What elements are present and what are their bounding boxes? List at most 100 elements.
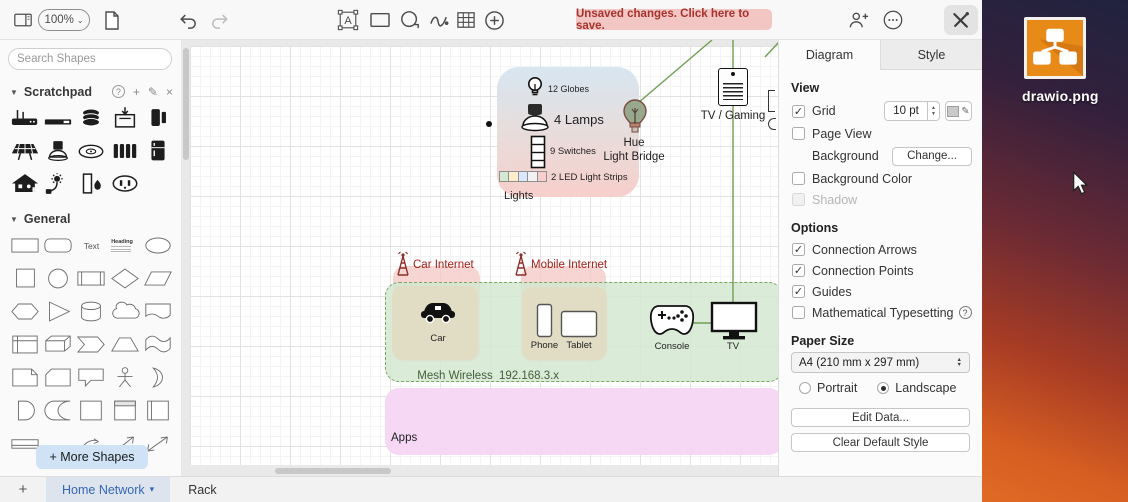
shape-actor[interactable] [108, 363, 141, 392]
shape-and[interactable] [8, 396, 41, 425]
hue-bridge-icon[interactable] [621, 98, 649, 136]
led-strip-icon[interactable] [499, 171, 547, 182]
shape-data-storage[interactable] [41, 396, 74, 425]
tv-icon[interactable] [710, 301, 758, 341]
shape-circle[interactable] [41, 264, 74, 293]
scratch-shape-network-switch[interactable] [41, 103, 74, 132]
mobile-internet-label[interactable]: Mobile Internet [531, 259, 631, 271]
horizontal-scrollbar[interactable] [275, 468, 391, 474]
tab-diagram[interactable]: Diagram [779, 40, 881, 70]
redo-icon[interactable] [208, 9, 232, 31]
tv-gaming-device[interactable] [718, 68, 748, 106]
apps-label[interactable]: Apps [391, 432, 431, 444]
shape-rectangle[interactable] [8, 231, 41, 260]
vertical-scrollbar[interactable] [183, 48, 189, 160]
grid-checkbox[interactable]: ✓ [792, 104, 805, 118]
search-shapes-box[interactable] [8, 48, 172, 70]
close-scratchpad-icon[interactable]: × [166, 85, 173, 99]
sketch-theme-button[interactable] [944, 5, 978, 35]
insert-shape-icon[interactable] [482, 9, 506, 31]
rectangle-tool-icon[interactable] [368, 9, 392, 31]
ellipse-tool-icon[interactable] [398, 9, 422, 31]
grid-size-input[interactable] [884, 101, 928, 121]
shape-container[interactable] [75, 396, 108, 425]
drawing-canvas[interactable]: 12 Globes 4 Lamps 9 Switches 2 LED Light… [182, 40, 778, 476]
help-icon[interactable]: ? [111, 85, 125, 98]
shape-tape[interactable] [142, 330, 175, 359]
page-tab-rack[interactable]: Rack [170, 477, 234, 502]
background-color-checkbox[interactable] [792, 172, 805, 185]
phone-label[interactable]: Phone [526, 340, 563, 351]
shape-ellipse[interactable] [142, 231, 175, 260]
tablet-icon[interactable] [560, 310, 598, 338]
mesh-subnet-label[interactable]: 192.168.3.x [494, 370, 564, 382]
scratch-shape-disk-stack[interactable] [75, 103, 108, 132]
tv-gaming-label[interactable]: TV / Gaming [688, 110, 778, 122]
tab-style[interactable]: Style [881, 40, 982, 70]
shape-parallelogram[interactable] [142, 264, 175, 293]
car-internet-antenna-icon[interactable] [394, 251, 412, 276]
more-shapes-button[interactable]: + More Shapes [36, 445, 148, 469]
lamp-icon[interactable] [518, 102, 552, 132]
search-input[interactable] [17, 53, 171, 65]
scratch-shape-shredder[interactable] [108, 103, 141, 132]
shape-square[interactable] [8, 264, 41, 293]
scratch-shape-power-outlet[interactable] [108, 169, 141, 198]
collapse-triangle-icon[interactable]: ▼ [10, 88, 18, 97]
grid-color-button[interactable]: ✎ [945, 101, 972, 121]
paper-size-select[interactable]: A4 (210 mm x 297 mm) ▲ ▼ [791, 352, 970, 373]
add-page-icon[interactable]: + [0, 477, 46, 502]
shape-note[interactable] [8, 363, 41, 392]
shape-cloud[interactable] [108, 297, 141, 326]
zoom-dropdown[interactable]: 100% ⌄ [38, 9, 90, 31]
scratch-shape-radiator[interactable] [108, 136, 141, 165]
connection-points-checkbox[interactable]: ✓ [792, 264, 805, 277]
collapse-triangle-icon[interactable]: ▼ [10, 215, 18, 224]
undo-icon[interactable] [176, 9, 200, 31]
phone-icon[interactable] [536, 303, 553, 338]
more-actions-icon[interactable] [880, 9, 906, 31]
landscape-radio[interactable] [877, 382, 890, 394]
led-label[interactable]: 2 LED Light Strips [551, 172, 661, 183]
scratch-shape-plant-sensor[interactable] [41, 169, 74, 198]
shape-process[interactable] [75, 264, 108, 293]
lights-group-label[interactable]: Lights [504, 190, 564, 202]
shape-cube[interactable] [41, 330, 74, 359]
lamps-label[interactable]: 4 Lamps [554, 112, 624, 127]
scratch-shape-table-lamp[interactable] [41, 136, 74, 165]
switch-icon[interactable] [530, 135, 546, 169]
car-internet-label[interactable]: Car Internet [413, 259, 493, 271]
shape-card[interactable] [41, 363, 74, 392]
scratch-shape-smart-home[interactable] [8, 169, 41, 198]
globe-bulb-icon[interactable] [526, 76, 544, 99]
edit-data-button[interactable]: Edit Data... [791, 408, 970, 427]
shape-callout[interactable] [75, 363, 108, 392]
change-background-button[interactable]: Change... [892, 146, 972, 166]
shape-vertical-container[interactable] [108, 396, 141, 425]
unsaved-changes-banner[interactable]: Unsaved changes. Click here to save. [576, 8, 772, 32]
portrait-radio[interactable] [799, 382, 811, 394]
guides-checkbox[interactable]: ✓ [792, 285, 805, 298]
shape-list[interactable] [142, 396, 175, 425]
drawio-file-icon[interactable]: drawio.png [1022, 17, 1098, 104]
mobile-internet-antenna-icon[interactable] [512, 251, 530, 276]
add-scratchpad-icon[interactable]: + [133, 85, 140, 99]
grid-size-stepper[interactable]: ▲ ▼ [928, 101, 940, 121]
shape-rounded-rectangle[interactable] [41, 231, 74, 260]
shape-internal-storage[interactable] [8, 330, 41, 359]
scratch-shape-solar-panel[interactable] [8, 136, 41, 165]
connection-arrows-checkbox[interactable]: ✓ [792, 243, 805, 256]
car-icon[interactable] [418, 296, 458, 324]
table-tool-icon[interactable] [454, 9, 478, 31]
globes-label[interactable]: 12 Globes [548, 84, 618, 94]
clear-default-style-button[interactable]: Clear Default Style [791, 433, 970, 452]
shape-document[interactable] [142, 297, 175, 326]
shape-diamond[interactable] [108, 264, 141, 293]
tv-label[interactable]: TV [718, 341, 748, 352]
shape-cylinder[interactable] [75, 297, 108, 326]
scratchpad-header[interactable]: ▼ Scratchpad ? + ✎ × [10, 85, 173, 99]
general-section-header[interactable]: ▼ General [10, 212, 173, 226]
scratch-shape-fridge[interactable] [142, 136, 175, 165]
shape-triangle[interactable] [41, 297, 74, 326]
text-tool-icon[interactable]: A [336, 9, 360, 31]
